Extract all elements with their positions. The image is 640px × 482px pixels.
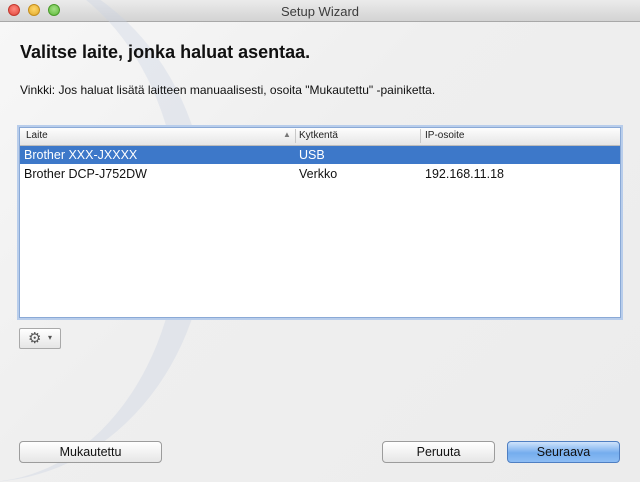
sort-ascending-icon: ▲ (283, 130, 291, 139)
device-table: Laite ▲ Kytkentä IP-osoite Brother XXX-J… (19, 127, 621, 318)
ip-cell: 192.168.11.18 (425, 167, 505, 181)
column-header-connection[interactable]: Kytkentä (299, 130, 338, 141)
page-title: Valitse laite, jonka haluat asentaa. (20, 42, 311, 62)
connection-cell: Verkko (299, 167, 338, 181)
cancel-button[interactable]: Peruuta (382, 441, 495, 463)
wizard-content: Valitse laite, jonka haluat asentaa. Vin… (0, 0, 640, 482)
custom-button[interactable]: Mukautettu (19, 441, 162, 463)
connection-cell: USB (299, 148, 325, 162)
setup-wizard-window: Setup Wizard Valitse laite, jonka haluat… (0, 0, 640, 482)
device-name-cell: Brother XXX-JXXXX (24, 148, 138, 162)
table-row[interactable]: Brother XXX-JXXXX USB (20, 146, 620, 164)
device-name-cell: Brother DCP-J752DW (24, 167, 147, 181)
column-divider (295, 129, 296, 143)
gear-icon: ⚙ (28, 330, 42, 347)
next-button[interactable]: Seuraava (507, 441, 620, 463)
hint-text: Vinkki: Jos haluat lisätä laitteen manua… (20, 83, 436, 97)
table-header: Laite ▲ Kytkentä IP-osoite (20, 128, 620, 146)
table-row[interactable]: Brother DCP-J752DW Verkko 192.168.11.18 (20, 165, 620, 183)
column-header-device[interactable]: Laite (26, 130, 48, 141)
column-divider (420, 129, 421, 143)
action-menu-button[interactable]: ⚙ ▾ (19, 328, 61, 349)
chevron-down-icon: ▾ (48, 333, 53, 342)
column-header-ip[interactable]: IP-osoite (425, 130, 464, 141)
